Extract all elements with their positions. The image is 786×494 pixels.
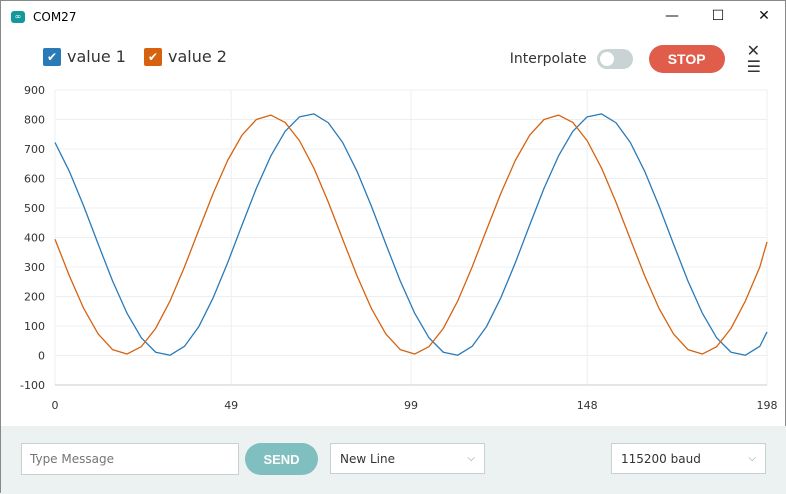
x-tick-label: 49	[224, 399, 238, 412]
y-tick-label: 800	[24, 114, 45, 127]
chevron-down-icon: ⌵	[748, 453, 756, 464]
line-ending-select[interactable]: New Line ⌵	[330, 443, 485, 474]
y-tick-label: 200	[24, 291, 45, 304]
baud-value: 115200 baud	[621, 451, 701, 466]
y-tick-label: 400	[24, 232, 45, 245]
send-button[interactable]: SEND	[245, 443, 318, 475]
y-tick-label: 900	[24, 84, 45, 97]
bottom-bar: SEND New Line ⌵ 115200 baud ⌵	[1, 426, 786, 494]
plot-chart: 900 800 700 600 500 400 300 200 100 0 -100 0 49 99 148…	[20, 84, 778, 412]
y-tick-label: 100	[24, 320, 45, 333]
chevron-down-icon: ⌵	[467, 453, 475, 464]
y-tick-label: 600	[24, 173, 45, 186]
x-tick-label: 198	[757, 399, 778, 412]
x-tick-label: 99	[404, 399, 418, 412]
y-tick-label: 0	[38, 350, 45, 363]
x-tick-label: 0	[52, 399, 59, 412]
x-tick-label: 148	[577, 399, 598, 412]
line-ending-value: New Line	[340, 451, 395, 466]
baud-select[interactable]: 115200 baud ⌵	[611, 443, 766, 474]
y-tick-label: 300	[24, 261, 45, 274]
y-tick-label: 500	[24, 202, 45, 215]
y-tick-label: 700	[24, 143, 45, 156]
message-input[interactable]	[21, 443, 239, 475]
y-tick-label: -100	[20, 379, 45, 392]
